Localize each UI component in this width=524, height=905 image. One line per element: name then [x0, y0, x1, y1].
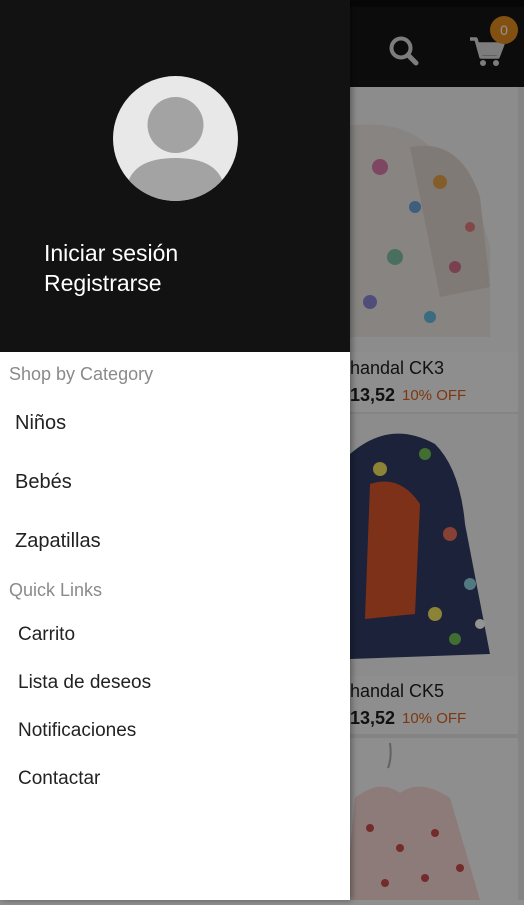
user-avatar-icon[interactable] [113, 76, 238, 201]
menu-item-ninos[interactable]: Niños [15, 412, 66, 435]
scrim-overlay[interactable] [340, 0, 524, 900]
drawer-header: Iniciar sesión Registrarse [0, 0, 350, 352]
menu-item-zapatillas[interactable]: Zapatillas [15, 530, 101, 553]
menu-item-bebes[interactable]: Bebés [15, 471, 72, 494]
navigation-drawer: Iniciar sesión Registrarse Shop by Categ… [0, 0, 350, 900]
login-link[interactable]: Iniciar sesión [44, 240, 178, 267]
register-link[interactable]: Registrarse [44, 270, 162, 297]
section-title-shop-by-category: Shop by Category [9, 364, 154, 384]
menu-item-contactar[interactable]: Contactar [18, 768, 100, 790]
menu-item-notificaciones[interactable]: Notificaciones [18, 720, 136, 742]
menu-item-lista-de-deseos[interactable]: Lista de deseos [18, 672, 151, 694]
menu-item-carrito[interactable]: Carrito [18, 624, 75, 646]
section-title-quick-links: Quick Links [9, 580, 103, 600]
